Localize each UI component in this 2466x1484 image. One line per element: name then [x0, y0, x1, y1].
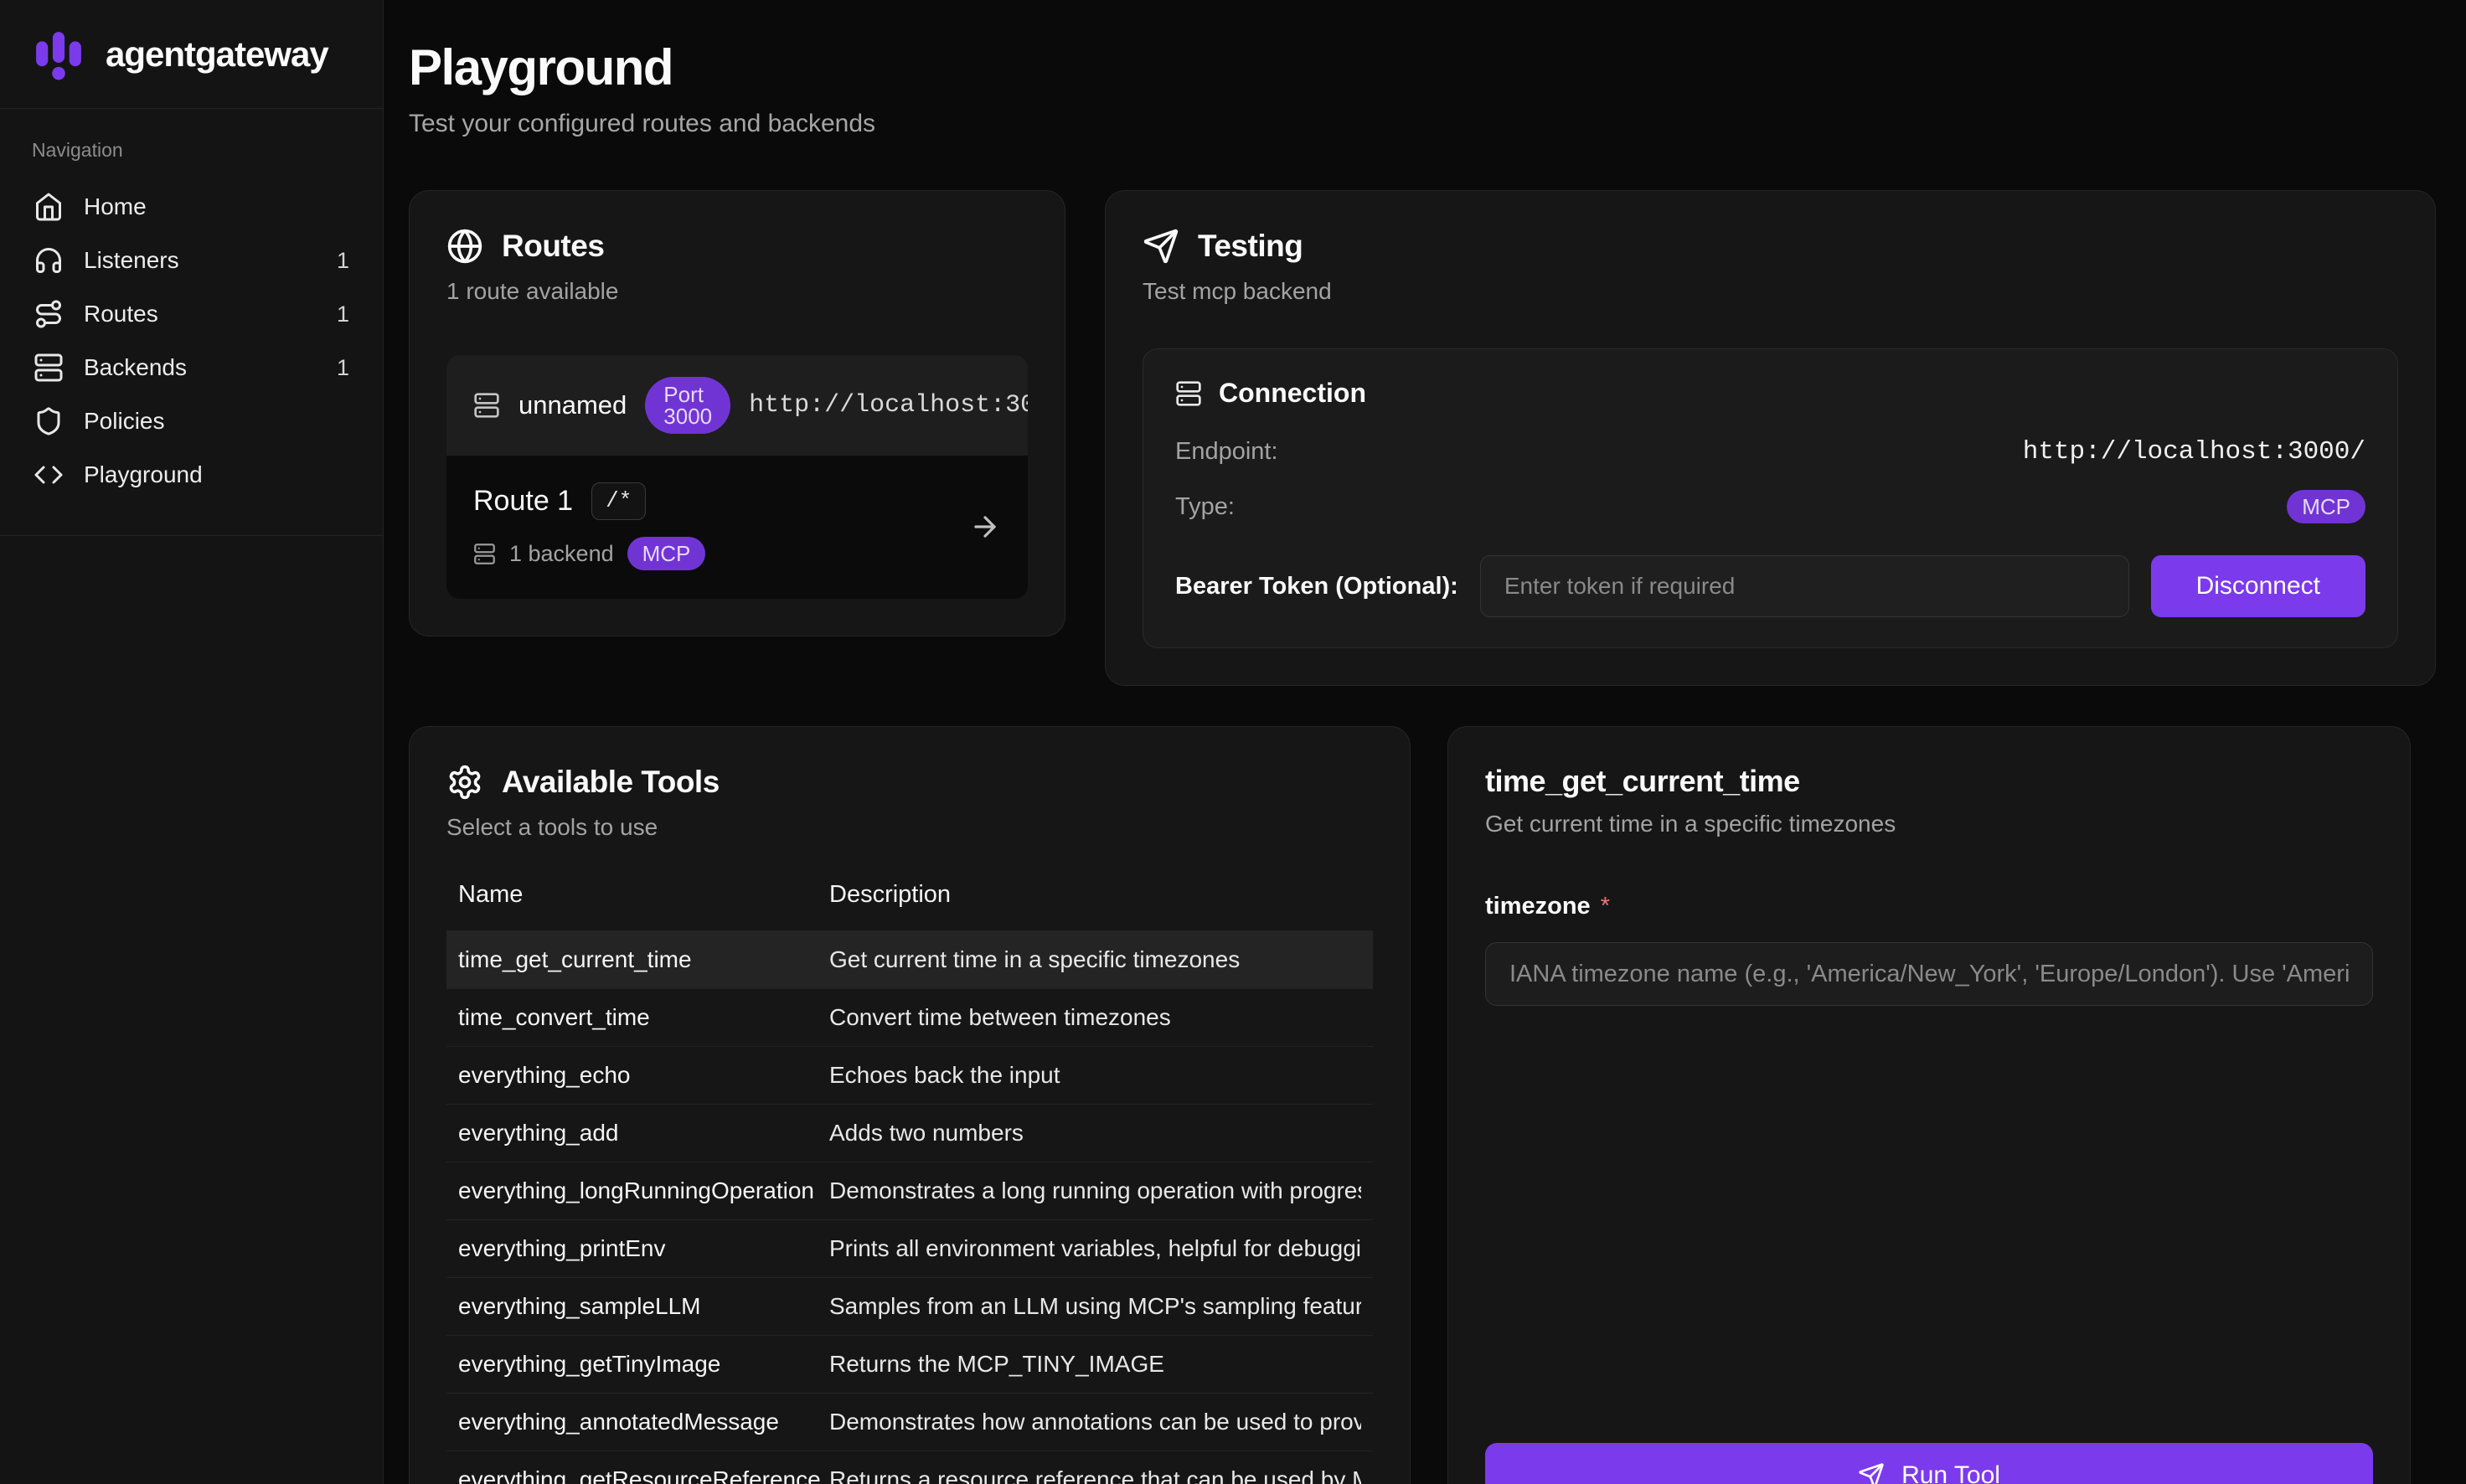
tool-row-everything_annotatedMessage[interactable]: everything_annotatedMessage Demonstrates…: [446, 1393, 1373, 1451]
routes-card-title: Routes: [502, 229, 604, 264]
send-icon: [1858, 1462, 1885, 1484]
tool-row-everything_getTinyImage[interactable]: everything_getTinyImage Returns the MCP_…: [446, 1335, 1373, 1393]
available-tools-card: Available Tools Select a tools to use Na…: [409, 726, 1411, 1484]
sidebar-item-backends[interactable]: Backends 1: [22, 341, 361, 394]
listener-name: unnamed: [518, 390, 627, 420]
routes-card-subtitle: 1 route available: [446, 278, 1028, 305]
server-icon: [34, 353, 64, 383]
timezone-label: timezone: [1485, 893, 1591, 920]
tools-table: Name Description time_get_current_time G…: [446, 881, 1373, 1484]
endpoint-label: Endpoint:: [1175, 438, 1278, 466]
sidebar-item-policies[interactable]: Policies: [22, 394, 361, 448]
run-tool-label: Run Tool: [1901, 1461, 2000, 1484]
sidebar-item-label: Backends: [84, 354, 187, 381]
tools-table-header: Name Description: [446, 881, 1373, 930]
timezone-input[interactable]: [1485, 942, 2373, 1006]
home-icon: [34, 192, 64, 222]
tool-row-everything_sampleLLM[interactable]: everything_sampleLLM Samples from an LLM…: [446, 1277, 1373, 1335]
gear-icon: [446, 764, 483, 801]
page-title: Playground: [409, 39, 2436, 96]
page-subtitle: Test your configured routes and backends: [409, 110, 2436, 138]
tool-row-everything_getResourceReference[interactable]: everything_getResourceReference Returns …: [446, 1451, 1373, 1484]
main-content: Playground Test your configured routes a…: [384, 0, 2466, 1484]
tool-runner-title: time_get_current_time: [1485, 764, 2373, 799]
sidebar-item-listeners[interactable]: Listeners 1: [22, 234, 361, 287]
route-type-badge: MCP: [627, 537, 706, 570]
sidebar-item-badge: 1: [337, 301, 349, 327]
code-icon: [34, 460, 64, 490]
connection-title: Connection: [1219, 378, 1366, 409]
connection-type-badge: MCP: [2287, 490, 2365, 523]
tool-runner-subtitle: Get current time in a specific timezones: [1485, 811, 2373, 837]
sidebar-item-badge: 1: [337, 355, 349, 381]
bearer-token-input[interactable]: [1480, 555, 2129, 617]
sidebar-item-playground[interactable]: Playground: [22, 448, 361, 502]
bottom-row: Available Tools Select a tools to use Na…: [409, 726, 2411, 1484]
available-tools-title: Available Tools: [502, 765, 720, 800]
connection-panel: Connection Endpoint: http://localhost:30…: [1143, 348, 2398, 648]
tool-row-everything_printEnv[interactable]: everything_printEnv Prints all environme…: [446, 1219, 1373, 1277]
required-marker: *: [1601, 893, 1610, 920]
brand-name: agentgateway: [106, 34, 328, 75]
server-icon: [1175, 380, 1202, 407]
sidebar-item-home[interactable]: Home: [22, 180, 361, 234]
testing-card-subtitle: Test mcp backend: [1143, 278, 2398, 305]
available-tools-subtitle: Select a tools to use: [446, 814, 1373, 841]
top-row: Routes 1 route available unnamed Port 30…: [409, 190, 2436, 686]
testing-card-title: Testing: [1198, 229, 1303, 264]
run-tool-button[interactable]: Run Tool: [1485, 1443, 2373, 1484]
route-row[interactable]: Route 1 /* 1 backend MCP: [446, 456, 1028, 599]
tool-row-time_get_current_time[interactable]: time_get_current_time Get current time i…: [446, 930, 1373, 988]
sidebar-item-label: Home: [84, 193, 147, 220]
routes-card: Routes 1 route available unnamed Port 30…: [409, 190, 1065, 636]
disconnect-button[interactable]: Disconnect: [2151, 555, 2365, 617]
sidebar-item-routes[interactable]: Routes 1: [22, 287, 361, 341]
column-header-description: Description: [829, 881, 1361, 909]
sidebar-item-badge: 1: [337, 248, 349, 274]
route-icon: [34, 299, 64, 329]
sidebar-item-label: Policies: [84, 408, 164, 435]
nav-section-label: Navigation: [32, 139, 361, 162]
testing-card: Testing Test mcp backend Connection Endp…: [1105, 190, 2436, 686]
sidebar-item-label: Routes: [84, 301, 158, 327]
tool-runner-card: time_get_current_time Get current time i…: [1447, 726, 2411, 1484]
sidebar: agentgateway Navigation Home Listeners 1: [0, 0, 384, 1484]
spacer: [1485, 1006, 2373, 1443]
shield-icon: [34, 406, 64, 436]
route-path-badge: /*: [591, 482, 646, 520]
timezone-field: timezone *: [1485, 893, 2373, 1006]
sidebar-item-label: Listeners: [84, 247, 179, 274]
server-icon: [473, 392, 500, 419]
route-backend-count: 1 backend: [509, 541, 614, 567]
listener-url: http://localhost:3000/: [749, 391, 1028, 420]
listener-group: unnamed Port 3000 http://localhost:3000/…: [446, 355, 1028, 599]
tool-row-everything_longRunningOperation[interactable]: everything_longRunningOperation Demonstr…: [446, 1162, 1373, 1219]
server-icon: [473, 543, 496, 565]
sidebar-nav: Navigation Home Listeners 1 Routes: [0, 109, 383, 536]
tool-row-everything_add[interactable]: everything_add Adds two numbers: [446, 1104, 1373, 1162]
tool-row-everything_echo[interactable]: everything_echo Echoes back the input: [446, 1046, 1373, 1104]
bearer-token-label: Bearer Token (Optional):: [1175, 573, 1458, 600]
sidebar-item-label: Playground: [84, 461, 203, 488]
route-name: Route 1: [473, 485, 573, 518]
port-badge: Port 3000: [645, 377, 730, 434]
column-header-name: Name: [458, 881, 829, 909]
send-icon: [1143, 228, 1179, 265]
tool-row-time_convert_time[interactable]: time_convert_time Convert time between t…: [446, 988, 1373, 1046]
agentgateway-logo-icon: [30, 26, 87, 83]
endpoint-value: http://localhost:3000/: [2023, 437, 2365, 466]
globe-icon: [446, 228, 483, 265]
app-root: agentgateway Navigation Home Listeners 1: [0, 0, 2466, 1484]
type-label: Type:: [1175, 493, 1235, 521]
listener-header: unnamed Port 3000 http://localhost:3000/: [446, 355, 1028, 456]
brand[interactable]: agentgateway: [0, 0, 383, 109]
arrow-right-icon[interactable]: [969, 511, 1001, 543]
headphones-icon: [34, 245, 64, 276]
